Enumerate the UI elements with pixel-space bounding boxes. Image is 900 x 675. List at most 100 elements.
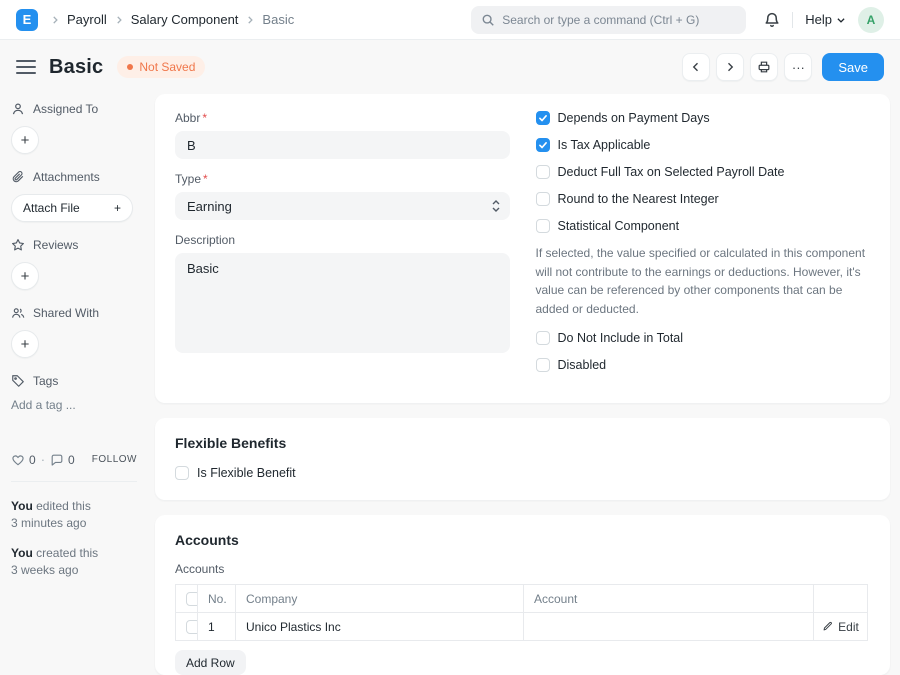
details-right-column: Depends on Payment Days Is Tax Applicabl… [536,111,871,385]
abbr-input[interactable] [175,131,510,159]
checkbox-icon [536,111,550,125]
add-share-button[interactable]: + [11,330,39,358]
activity-edited: You edited this 3 minutes ago [11,498,141,533]
help-menu[interactable]: Help [805,12,846,27]
bell-icon[interactable] [764,12,780,28]
checkbox-icon [536,358,550,372]
description-textarea[interactable]: Basic [175,253,510,353]
checkbox-depends-on-payment-days[interactable]: Depends on Payment Days [536,111,871,125]
activity-who: You [11,546,33,560]
breadcrumb-payroll[interactable]: Payroll [67,12,107,27]
add-tag-input[interactable]: Add a tag ... [11,398,141,412]
plus-icon: + [114,201,121,215]
checkbox-icon [536,192,550,206]
details-section-card: Abbr* Type* Earning Description [155,94,890,403]
checkbox-label: Is Flexible Benefit [197,466,296,480]
select-all-checkbox[interactable] [186,592,198,606]
page-head: Basic Not Saved ··· Save [0,40,900,94]
abbr-label: Abbr* [175,111,510,125]
status-badge: Not Saved [117,56,205,78]
print-button[interactable] [750,53,778,81]
search-icon [481,13,495,27]
column-account[interactable]: Account [524,585,814,613]
activity-when: 3 weeks ago [11,563,78,577]
status-dot-icon [127,64,133,70]
row-checkbox[interactable] [186,620,198,634]
column-company[interactable]: Company [236,585,524,613]
row-account-cell[interactable] [524,613,814,641]
pencil-icon [822,621,833,632]
follow-button[interactable]: FOLLOW [92,454,137,465]
required-asterisk: * [203,172,208,186]
select-caret-icon [491,199,501,213]
checkbox-round-nearest-integer[interactable]: Round to the Nearest Integer [536,192,871,206]
page-title: Basic [49,56,103,79]
edit-label: Edit [838,620,859,634]
checkbox-icon [536,219,550,233]
user-avatar[interactable]: A [858,7,884,33]
add-review-button[interactable]: + [11,262,39,290]
type-select[interactable]: Earning [175,192,510,220]
details-left-column: Abbr* Type* Earning Description [175,111,510,385]
reviews-label: Reviews [33,238,78,252]
attachments-label: Attachments [33,170,100,184]
tags-label: Tags [33,374,58,388]
add-assignment-button[interactable]: + [11,126,39,154]
accounts-title: Accounts [175,532,870,548]
divider [792,12,793,28]
sidebar-toggle-icon[interactable] [16,60,36,74]
assigned-to-label: Assigned To [33,102,98,116]
checkbox-disabled[interactable]: Disabled [536,358,871,372]
checkbox-statistical-component[interactable]: Statistical Component [536,219,871,233]
accounts-table-header: No. Company Account [176,585,868,613]
activity-action: created this [36,546,98,560]
comment-icon [50,453,64,467]
attach-file-label: Attach File [23,201,80,215]
checkbox-label: Disabled [558,358,607,372]
row-company-cell[interactable]: Unico Plastics Inc [236,613,524,641]
navbar: E Payroll Salary Component Basic Help A [0,0,900,40]
activity-created: You created this 3 weeks ago [11,545,141,580]
required-asterisk: * [202,111,207,125]
save-button[interactable]: Save [822,53,884,81]
checkbox-is-tax-applicable[interactable]: Is Tax Applicable [536,138,871,152]
checkbox-label: Round to the Nearest Integer [558,192,719,206]
comments-link[interactable]: 0 [50,453,75,467]
menu-button[interactable]: ··· [784,53,812,81]
breadcrumb-basic[interactable]: Basic [262,12,294,27]
flexible-benefits-title: Flexible Benefits [175,435,870,451]
checkbox-icon [536,331,550,345]
search-input[interactable] [502,13,736,27]
breadcrumb: Payroll Salary Component Basic [50,12,294,27]
checkbox-label: Do Not Include in Total [558,331,684,345]
attach-file-button[interactable]: Attach File + [11,194,133,222]
row-edit-button[interactable]: Edit [824,613,857,640]
prev-document-button[interactable] [682,53,710,81]
activity-action: edited this [36,499,91,513]
user-icon [11,102,25,116]
checkbox-icon [536,165,550,179]
accounts-table: No. Company Account 1 Unico Plastics Inc… [175,584,868,641]
breadcrumb-salary-component[interactable]: Salary Component [131,12,239,27]
erpnext-logo[interactable]: E [16,9,38,31]
next-document-button[interactable] [716,53,744,81]
add-row-button[interactable]: Add Row [175,650,246,675]
activity-who: You [11,499,33,513]
checkbox-do-not-include-in-total[interactable]: Do Not Include in Total [536,331,871,345]
likes-row: 0 · 0 FOLLOW [11,452,137,467]
chevron-right-icon [245,15,255,25]
like-button[interactable]: 0 [11,453,36,467]
status-badge-label: Not Saved [139,60,195,74]
checkbox-icon [175,466,189,480]
row-number[interactable]: 1 [198,613,236,641]
description-label: Description [175,233,510,247]
paperclip-icon [11,170,25,184]
star-icon [11,238,25,252]
checkbox-label: Depends on Payment Days [558,111,710,125]
tag-icon [11,374,25,388]
global-search[interactable] [471,6,746,34]
checkbox-deduct-full-tax[interactable]: Deduct Full Tax on Selected Payroll Date [536,165,871,179]
checkbox-is-flexible-benefit[interactable]: Is Flexible Benefit [175,466,870,480]
column-no: No. [198,585,236,613]
dot-separator: · [41,452,45,467]
